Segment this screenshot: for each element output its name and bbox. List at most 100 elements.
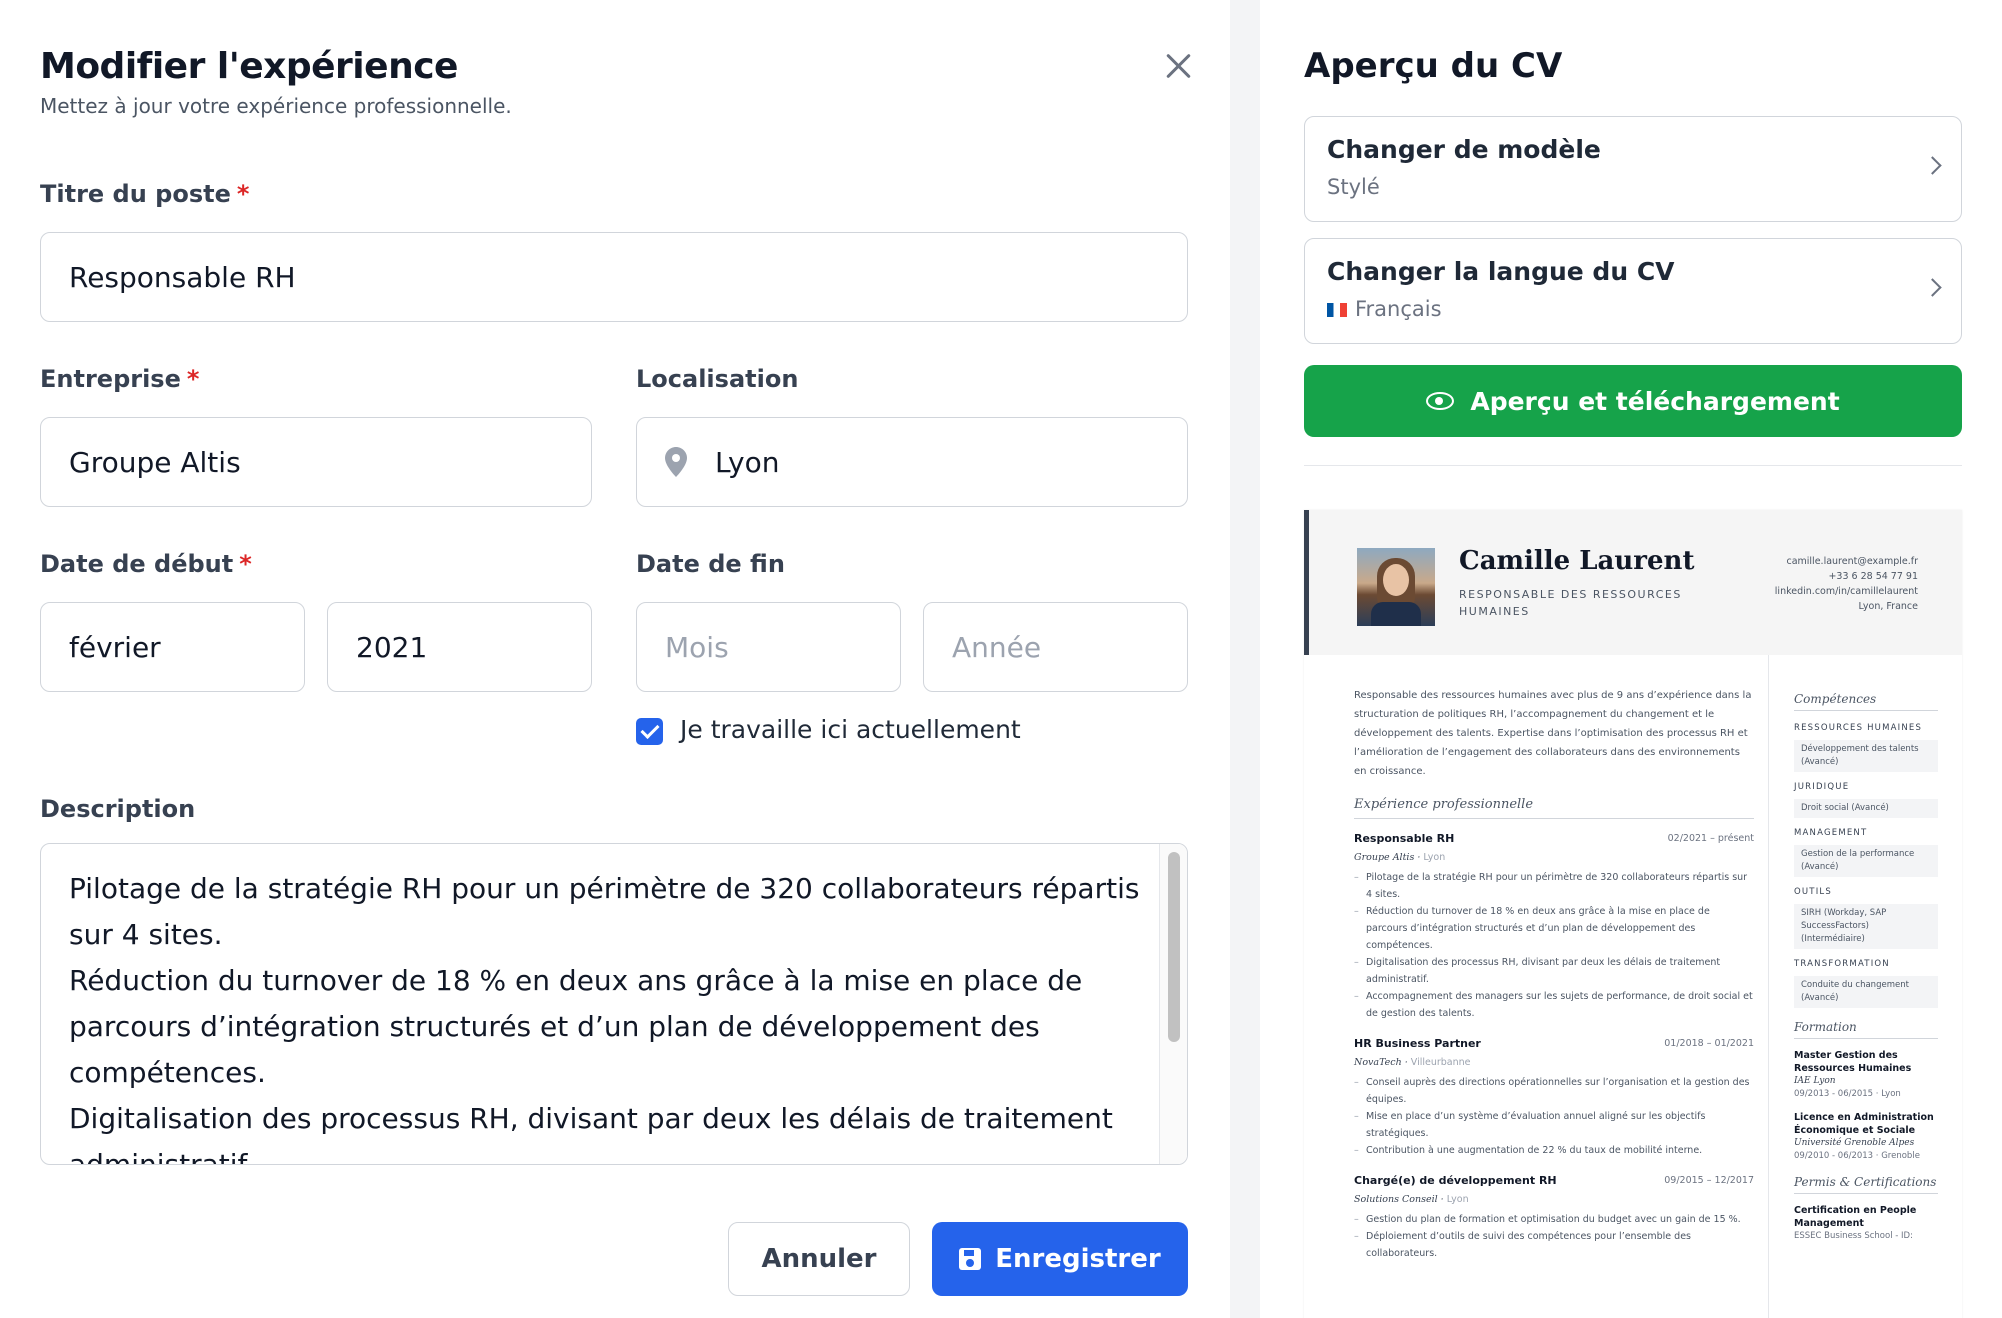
job-dates: 09/2015 – 12/2017 (1664, 1175, 1754, 1186)
job-company-name: Solutions Conseil (1354, 1194, 1438, 1205)
job-company: NovaTech · Villeurbanne (1354, 1057, 1471, 1068)
skill-category: JURIDIQUE (1794, 782, 1850, 792)
job-city: Lyon (1446, 1194, 1469, 1205)
change-template-card[interactable]: Changer de modèle Stylé (1304, 116, 1962, 222)
skill-category: TRANSFORMATION (1794, 959, 1890, 969)
chevron-right-icon (1923, 278, 1942, 297)
job-bullet: Digitalisation des processus RH, divisan… (1354, 954, 1754, 988)
cv-location: Lyon, France (1858, 601, 1918, 612)
job-bullet: Contribution à une augmentation de 22 % … (1354, 1142, 1754, 1159)
skill-item: Droit social (Avancé) (1794, 799, 1938, 818)
end-date-label: Date de fin (636, 550, 785, 578)
company-label: Entreprise * (40, 365, 200, 393)
education-school: IAE Lyon (1794, 1076, 1836, 1086)
save-button-label: Enregistrer (995, 1244, 1161, 1274)
skill-category: RESSOURCES HUMAINES (1794, 723, 1923, 733)
description-scrollbar[interactable] (1159, 844, 1187, 1164)
education-school: Université Grenoble Alpes (1794, 1138, 1915, 1148)
education-meta: 09/2010 - 06/2013 · Grenoble (1794, 1151, 1920, 1161)
chevron-right-icon (1923, 156, 1942, 175)
cv-jobs: Responsable RH 02/2021 – présent Groupe Al… (1354, 829, 1754, 1262)
skill-category: OUTILS (1794, 887, 1832, 897)
profile-photo (1357, 548, 1435, 626)
job-company-name: Groupe Altis (1354, 852, 1415, 863)
change-language-card[interactable]: Changer la langue du CV Français (1304, 238, 1962, 344)
panel-subtitle: Mettez à jour votre expérience professio… (40, 94, 512, 118)
job-dates: 02/2021 – présent (1667, 833, 1754, 844)
cv-job: Responsable RH 02/2021 – présent Groupe Al… (1354, 829, 1754, 1022)
scrollbar-thumb[interactable] (1168, 852, 1180, 1042)
job-company: Solutions Conseil · Lyon (1354, 1194, 1469, 1205)
education-meta: 09/2013 - 06/2015 · Lyon (1794, 1089, 1901, 1099)
cv-document[interactable]: Camille Laurent RESPONSABLE DES RESSOURC… (1304, 510, 1962, 1318)
cert-school: ESSEC Business School - ID: (1794, 1231, 1913, 1241)
france-flag-icon (1327, 303, 1347, 317)
cv-certifications: Certification en People Management ESSEC … (1794, 1204, 1938, 1243)
skill-item: Conduite du changement (Avancé) (1794, 976, 1938, 1008)
cv-education: Master Gestion des Ressources Humaines IA… (1794, 1049, 1938, 1163)
job-bullet: Mise en place d’un système d’évaluation … (1354, 1108, 1754, 1142)
location-input[interactable]: Lyon (636, 417, 1188, 507)
cv-main-column: Responsable des ressources humaines avec… (1354, 686, 1754, 1274)
edit-experience-panel: Modifier l'expérience Mettez à jour votr… (0, 0, 1230, 1318)
current-job-checkbox[interactable] (636, 718, 663, 745)
cv-phone: +33 6 28 54 77 91 (1828, 571, 1918, 582)
cv-preview-panel: Aperçu du CV Changer de modèle Stylé Cha… (1260, 0, 2002, 1318)
preview-download-label: Aperçu et téléchargement (1470, 386, 1840, 416)
skills-heading: Compétences (1794, 692, 1938, 711)
cv-job: Chargé(e) de développement RH 09/2015 – 1… (1354, 1171, 1754, 1262)
cv-name: Camille Laurent (1459, 546, 1695, 576)
education-dates: 09/2013 - 06/2015 (1794, 1089, 1874, 1099)
location-value: Lyon (715, 445, 780, 479)
job-bullets: Conseil auprès des directions opérationn… (1354, 1074, 1754, 1159)
education-city: Grenoble (1881, 1151, 1920, 1161)
cv-summary: Responsable des ressources humaines avec… (1354, 690, 1752, 777)
cv-contact: camille.laurent@example.fr +33 6 28 54 7… (1718, 554, 1918, 614)
company-input[interactable]: Groupe Altis (40, 417, 592, 507)
job-city: Villeurbanne (1410, 1057, 1471, 1068)
education-heading: Formation (1794, 1020, 1938, 1039)
start-year-input[interactable]: 2021 (327, 602, 592, 692)
cancel-button[interactable]: Annuler (728, 1222, 910, 1296)
description-textarea[interactable]: Pilotage de la stratégie RH pour un péri… (40, 843, 1188, 1165)
cv-side-column: Compétences RESSOURCES HUMAINES Développe… (1794, 686, 1938, 1253)
job-title-input[interactable]: Responsable RH (40, 232, 1188, 322)
close-icon[interactable] (1160, 48, 1196, 84)
cert-title: Certification en People Management (1794, 1205, 1917, 1229)
skill-item: Gestion de la performance (Avancé) (1794, 845, 1938, 877)
location-pin-icon (665, 447, 687, 477)
job-title-label: Titre du poste * (40, 180, 250, 208)
save-button[interactable]: Enregistrer (932, 1222, 1188, 1296)
current-language: Français (1327, 297, 1442, 321)
cv-email: camille.laurent@example.fr (1786, 556, 1918, 567)
cert-item: Certification en People Management ESSEC … (1794, 1204, 1938, 1243)
job-bullet: Accompagnement des managers sur les suje… (1354, 988, 1754, 1022)
end-year-input[interactable]: Année (923, 602, 1188, 692)
start-month-input[interactable]: février (40, 602, 305, 692)
education-title: Master Gestion des Ressources Humaines (1794, 1050, 1912, 1074)
education-dates: 09/2010 - 06/2013 (1794, 1151, 1874, 1161)
skill-category: MANAGEMENT (1794, 828, 1868, 838)
experience-heading: Expérience professionnelle (1354, 795, 1754, 819)
description-label: Description (40, 795, 196, 823)
current-job-label: Je travaille ici actuellement (680, 715, 1021, 744)
job-bullet: Conseil auprès des directions opérationn… (1354, 1074, 1754, 1108)
save-icon (959, 1248, 982, 1270)
job-dates: 01/2018 – 01/2021 (1664, 1038, 1754, 1049)
end-month-input[interactable]: Mois (636, 602, 901, 692)
divider (1304, 465, 1962, 466)
change-template-title: Changer de modèle (1327, 135, 1601, 164)
preview-download-button[interactable]: Aperçu et téléchargement (1304, 365, 1962, 437)
cv-linkedin: linkedin.com/in/camillelaurent (1774, 586, 1918, 597)
panel-title: Modifier l'expérience (40, 46, 458, 87)
education-item: Licence en Administration Économique et … (1794, 1111, 1938, 1163)
education-item: Master Gestion des Ressources Humaines IA… (1794, 1049, 1938, 1101)
change-language-title: Changer la langue du CV (1327, 257, 1675, 286)
job-company: Groupe Altis · Lyon (1354, 852, 1446, 863)
cv-column-divider (1768, 655, 1769, 1318)
cv-job: HR Business Partner 01/2018 – 01/2021 Nova… (1354, 1034, 1754, 1159)
location-label: Localisation (636, 365, 799, 393)
description-text: Pilotage de la stratégie RH pour un péri… (69, 872, 1140, 1165)
current-template: Stylé (1327, 175, 1380, 199)
certs-heading: Permis & Certifications (1794, 1175, 1938, 1194)
